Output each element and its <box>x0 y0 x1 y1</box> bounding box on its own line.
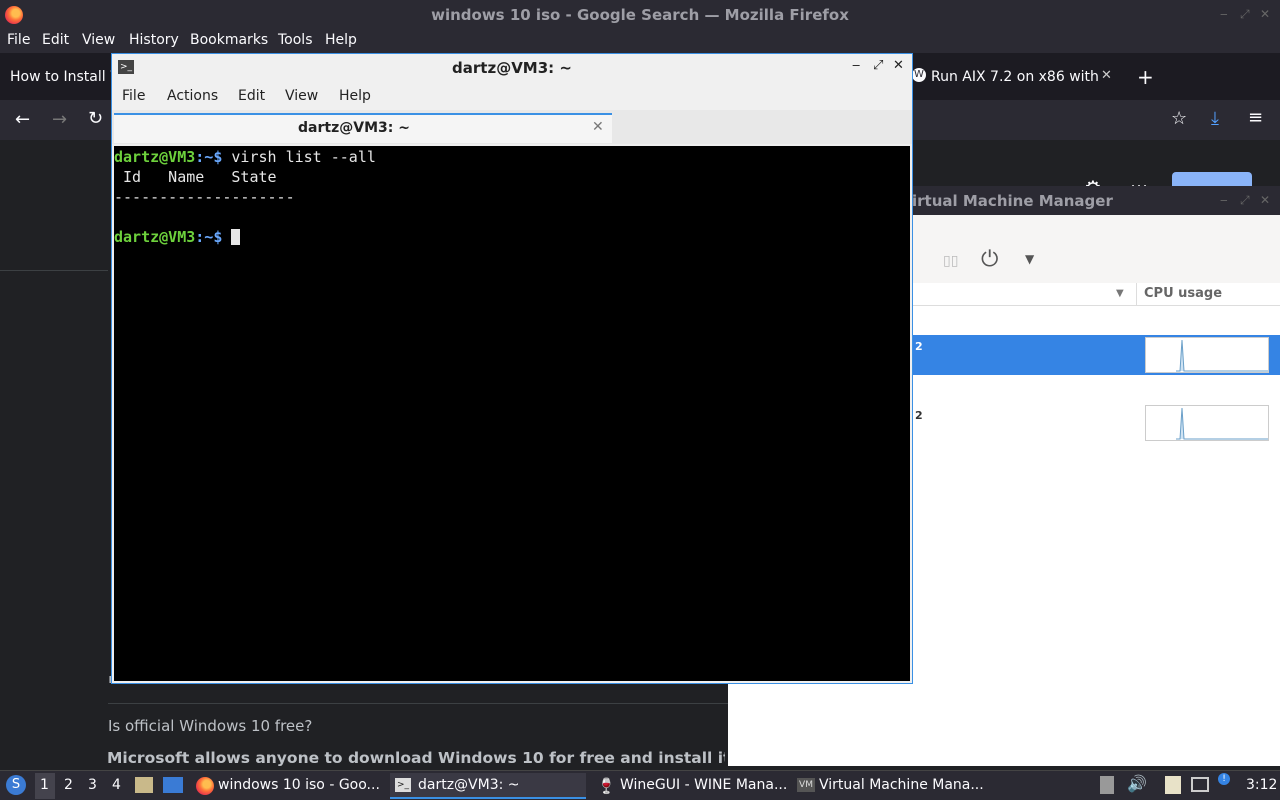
workspace-1[interactable]: 1 <box>40 777 49 793</box>
power-dropdown-icon[interactable]: ▼ <box>1025 252 1034 266</box>
hamburger-menu-icon[interactable]: ≡ <box>1248 107 1263 128</box>
workspace-3[interactable]: 3 <box>88 777 97 793</box>
power-icon[interactable]: ⏻ <box>981 247 998 272</box>
bookmark-star-icon[interactable]: ☆ <box>1171 108 1187 129</box>
terminal-line-prompt: dartz@VM3:~$ <box>114 228 241 246</box>
prompt-user: dartz@VM3 <box>114 228 196 246</box>
command-text: virsh list --all <box>222 148 376 166</box>
workspace-4[interactable]: 4 <box>112 777 121 793</box>
workspace-2[interactable]: 2 <box>64 777 73 793</box>
terminal-menu-view[interactable]: View <box>285 88 318 104</box>
volume-icon[interactable]: 🔊 <box>1127 774 1147 793</box>
network-icon[interactable] <box>1191 777 1209 792</box>
terminal-window-title: dartz@VM3: ~ <box>452 59 572 77</box>
close-icon[interactable]: ✕ <box>1260 7 1270 21</box>
downloads-icon[interactable]: ⤓ <box>1211 108 1219 129</box>
menu-edit[interactable]: Edit <box>42 32 69 48</box>
tab-run-aix[interactable]: Run AIX 7.2 on x86 with <box>931 69 1101 85</box>
vmm-close-icon[interactable]: ✕ <box>1260 193 1270 207</box>
start-menu-icon[interactable]: S <box>6 775 26 795</box>
task-vmm[interactable]: VM Virtual Machine Mana... <box>795 773 991 799</box>
terminal-menubar <box>112 82 912 110</box>
cpu-usage-graph <box>1145 405 1269 441</box>
new-tab-icon[interactable]: + <box>1137 65 1154 89</box>
terminal-menu-file[interactable]: File <box>122 88 145 104</box>
terminal-tabbar: dartz@VM3: ~ ✕ <box>112 110 912 144</box>
task-label: Virtual Machine Mana... <box>819 777 984 793</box>
divider <box>0 270 108 271</box>
vmm-minimize-icon[interactable]: ‒ <box>1220 193 1228 207</box>
vmm-maximize-icon[interactable]: ⤢ <box>1240 193 1250 208</box>
firefox-titlebar: windows 10 iso - Google Search — Mozilla… <box>0 0 1280 29</box>
terminal-cursor <box>231 229 241 245</box>
minimize-icon[interactable]: ‒ <box>1220 7 1228 21</box>
terminal-output-rule: -------------------- <box>114 188 295 206</box>
forward-icon[interactable]: → <box>52 109 67 130</box>
terminal-tab[interactable]: dartz@VM3: ~ ✕ <box>114 113 612 143</box>
cpu-spike-graph <box>1176 339 1268 372</box>
vmm-window-title: irtual Machine Manager <box>912 192 1113 210</box>
tab-close-icon[interactable]: ✕ <box>1101 68 1112 83</box>
divider <box>108 703 728 704</box>
terminal-screen[interactable]: dartz@VM3:~$ virsh list --all Id Name St… <box>114 146 910 681</box>
tab-how-to-install[interactable]: How to Install W <box>10 69 124 85</box>
taskbar: S 1 2 3 4 windows 10 iso - Goo... >_ dar… <box>0 770 1280 800</box>
terminal-icon: >_ <box>395 778 411 792</box>
menu-help[interactable]: Help <box>325 32 357 48</box>
terminal-menu-actions[interactable]: Actions <box>167 88 218 104</box>
file-manager-icon[interactable] <box>135 777 153 793</box>
menu-bookmarks[interactable]: Bookmarks <box>190 32 268 48</box>
menu-view[interactable]: View <box>82 32 115 48</box>
menu-file[interactable]: File <box>7 32 30 48</box>
terminal-line-command: dartz@VM3:~$ virsh list --all <box>114 148 376 166</box>
terminal-output-header: Id Name State <box>114 168 277 186</box>
clipboard-icon[interactable] <box>1165 776 1181 794</box>
vm-name-suffix: 2 <box>915 409 923 422</box>
sort-dropdown-icon[interactable]: ▼ <box>1116 288 1124 299</box>
prompt-path: :~$ <box>195 148 223 166</box>
terminal-menu-help[interactable]: Help <box>339 88 371 104</box>
cpu-usage-header[interactable]: CPU usage <box>1144 286 1222 301</box>
notification-icon[interactable]: ! <box>1218 773 1230 785</box>
task-label: WineGUI - WINE Mana... <box>620 777 788 793</box>
terminal-maximize-icon[interactable]: ⤢ <box>873 58 883 73</box>
faq-question[interactable]: Is official Windows 10 free? <box>108 717 312 735</box>
tray-storage-icon[interactable] <box>1100 776 1114 794</box>
menu-tools[interactable]: Tools <box>278 32 313 48</box>
answer-snippet: Microsoft allows anyone to download Wind… <box>107 749 725 767</box>
terminal-tab-close-icon[interactable]: ✕ <box>592 119 604 135</box>
vm-name-suffix: 2 <box>915 340 923 353</box>
terminal-close-icon[interactable]: ✕ <box>893 58 904 73</box>
terminal-window: >_ dartz@VM3: ~ ‒ ⤢ ✕ File Actions Edit … <box>111 53 913 684</box>
terminal-tab-label: dartz@VM3: ~ <box>298 120 410 136</box>
reload-icon[interactable]: ↻ <box>88 108 103 129</box>
terminal-menu-edit[interactable]: Edit <box>238 88 265 104</box>
prompt-path: :~$ <box>195 228 223 246</box>
back-icon[interactable]: ← <box>15 109 30 130</box>
firefox-icon <box>196 777 214 795</box>
terminal-titlebar: >_ dartz@VM3: ~ ‒ ⤢ ✕ <box>112 54 912 82</box>
terminal-minimize-icon[interactable]: ‒ <box>852 58 860 73</box>
firefox-window-title: windows 10 iso - Google Search — Mozilla… <box>431 6 849 24</box>
cpu-usage-graph <box>1145 337 1269 373</box>
firefox-menubar: File Edit View History Bookmarks Tools H… <box>0 29 1280 53</box>
wine-icon: 🍷 <box>597 777 616 795</box>
task-label: dartz@VM3: ~ <box>418 777 520 793</box>
pause-icon[interactable]: ▯▯ <box>943 253 958 269</box>
column-divider <box>1136 283 1137 305</box>
task-winegui[interactable]: 🍷 WineGUI - WINE Mana... <box>595 773 789 799</box>
wordpress-icon: W <box>912 68 926 82</box>
maximize-icon[interactable]: ⤢ <box>1240 7 1250 22</box>
task-label: windows 10 iso - Goo... <box>218 777 380 793</box>
clock: 3:12 <box>1246 777 1278 793</box>
menu-history[interactable]: History <box>129 32 179 48</box>
prompt-user: dartz@VM3 <box>114 148 196 166</box>
task-terminal[interactable]: >_ dartz@VM3: ~ <box>390 773 586 799</box>
task-firefox[interactable]: windows 10 iso - Goo... <box>192 773 386 799</box>
desktop-icon[interactable] <box>163 777 183 793</box>
vmm-icon: VM <box>797 778 815 792</box>
cpu-spike-graph <box>1176 407 1268 440</box>
